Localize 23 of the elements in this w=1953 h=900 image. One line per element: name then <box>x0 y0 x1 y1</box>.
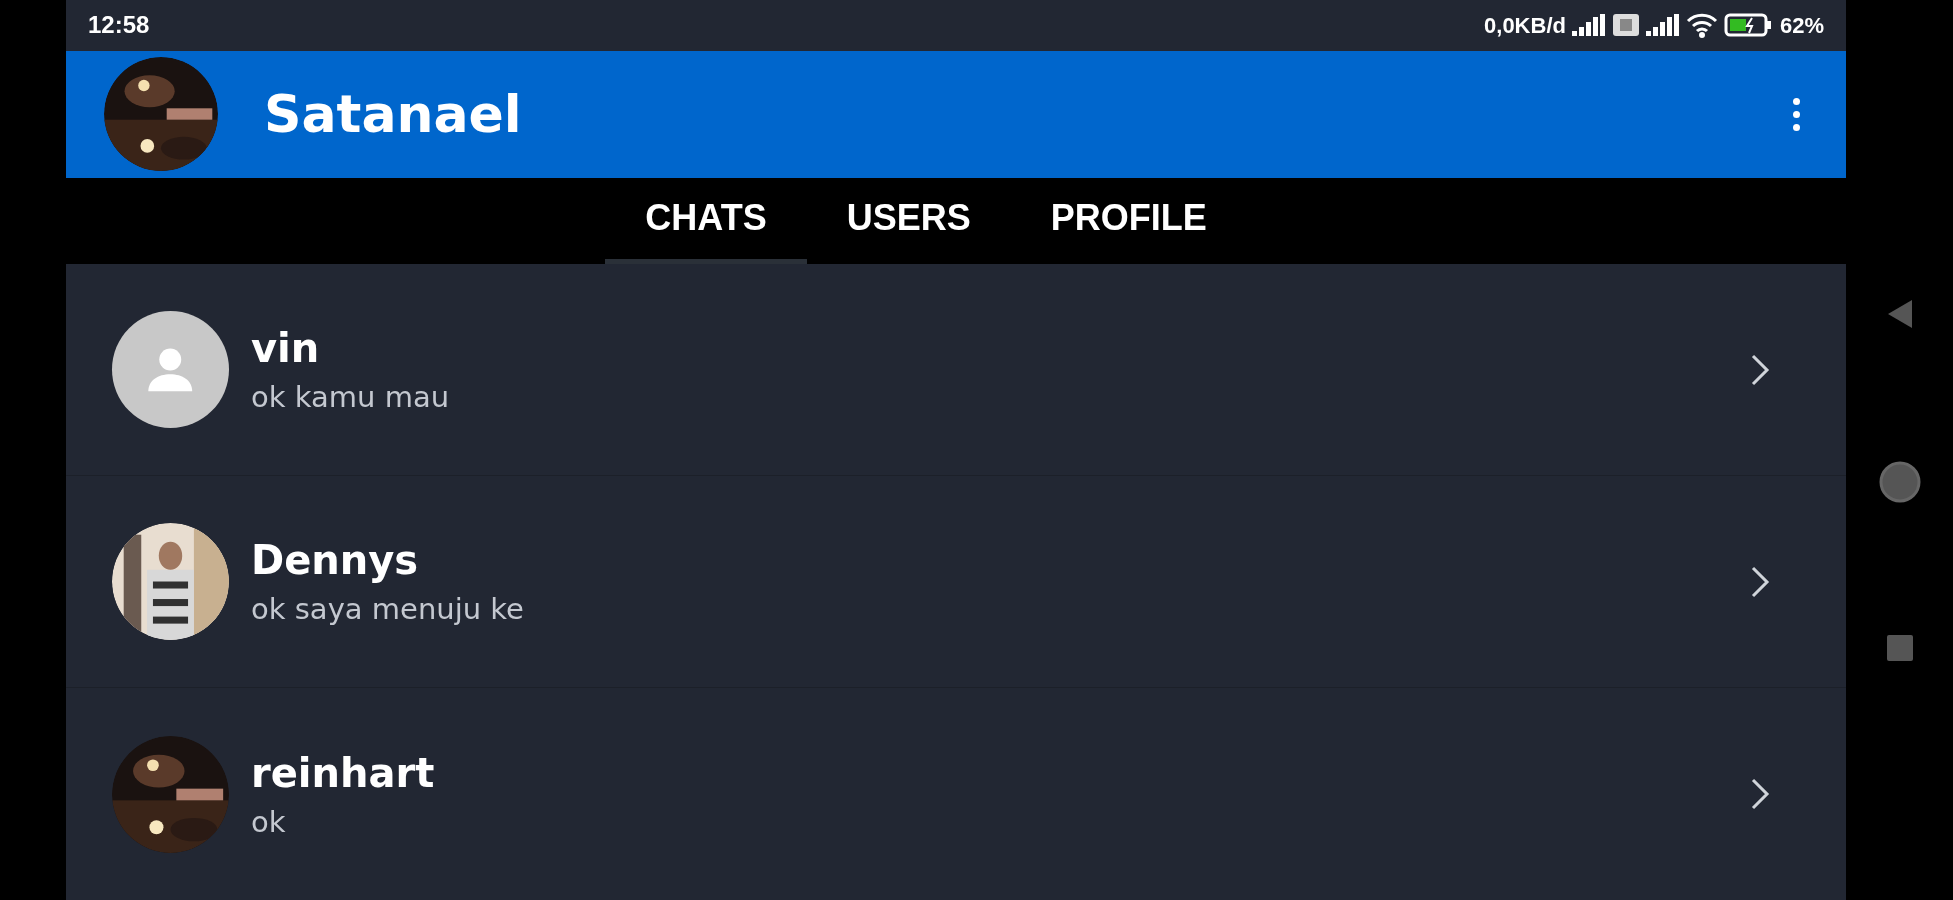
home-icon[interactable] <box>1877 460 1922 504</box>
battery-icon <box>1723 12 1774 39</box>
data-rate: 0,0KB/d <box>1484 11 1566 40</box>
contact-name: reinhart <box>251 748 436 798</box>
signal-icon <box>1645 14 1680 37</box>
chevron-right-icon[interactable] <box>1750 564 1770 599</box>
contact-name: Dennys <box>251 536 420 586</box>
tab[interactable]: USERS <box>806 177 1011 264</box>
chevron-right-icon[interactable] <box>1750 777 1770 811</box>
last-message: ok <box>251 803 287 841</box>
last-message: ok kamu mau <box>251 379 451 416</box>
tab[interactable]: PROFILE <box>1010 177 1247 264</box>
contact-name: vin <box>251 324 321 374</box>
battery-level: 62% <box>1779 11 1824 40</box>
sim-icon <box>1611 13 1640 38</box>
app-title: Satanael <box>264 83 523 147</box>
chevron-right-icon[interactable] <box>1750 352 1770 387</box>
recents-icon[interactable] <box>1885 634 1914 662</box>
tab[interactable]: CHATS <box>605 177 807 264</box>
wifi-icon <box>1685 12 1718 39</box>
status-time: 12:58 <box>88 10 150 41</box>
last-message: ok saya menuju ke <box>251 591 525 628</box>
signal-icon <box>1571 14 1606 37</box>
